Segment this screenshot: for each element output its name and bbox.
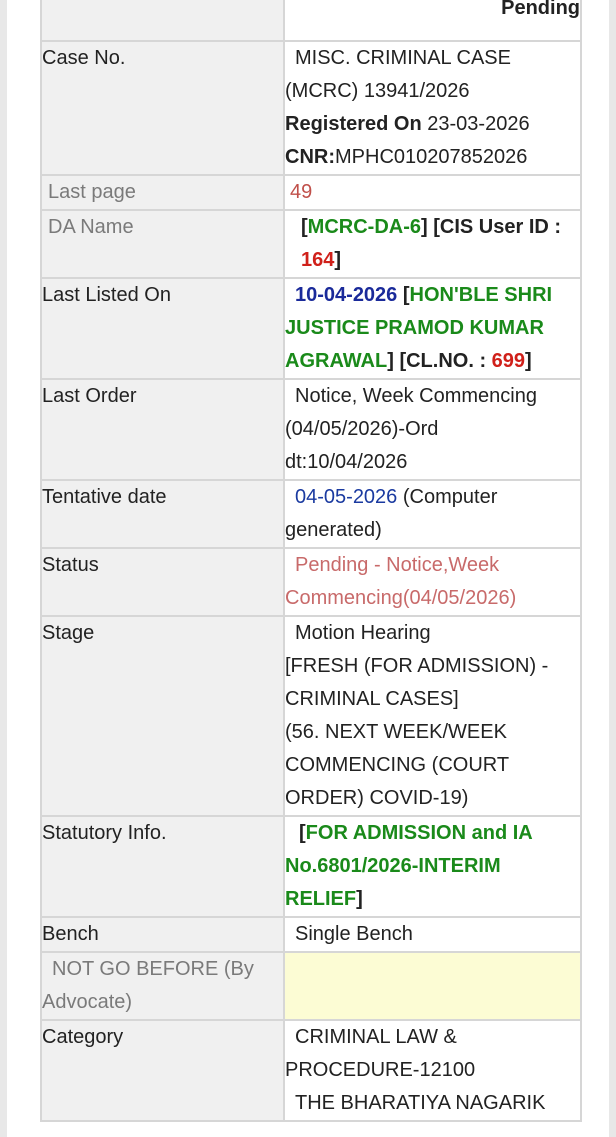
judge-close: ] <box>387 350 394 372</box>
page-background: Pending Case No. MISC. CRIMINAL CASE (MC… <box>7 0 609 1137</box>
last-listed-label: Last Listed On <box>40 277 285 380</box>
stage-line3: CRIMINAL CASES] <box>285 688 459 710</box>
last-order-line1: Notice, Week Commencing <box>295 385 537 407</box>
status-line1: Pending - Notice,Week <box>295 554 500 576</box>
table-row: Bench Single Bench <box>40 916 582 953</box>
cl-label: [CL.NO. : <box>399 350 487 372</box>
stage-line1: Motion Hearing <box>295 622 431 644</box>
status-label: Status <box>40 547 285 617</box>
stage-line6: ORDER) COVID-19) <box>285 787 469 809</box>
last-order-value: Notice, Week Commencing (04/05/2026)-Ord… <box>283 378 582 481</box>
statutory-text: FOR ADMISSION and IA No.6801/2026-INTERI… <box>285 822 532 910</box>
table-row: Last Listed On 10-04-2026 [HON'BLE SHRI … <box>40 277 582 380</box>
tentative-label: Tentative date <box>40 479 285 549</box>
table-row: Last page 49 <box>40 174 582 211</box>
statutory-label: Statutory Info. <box>40 815 285 918</box>
cis-id: 164 <box>301 249 335 271</box>
table-row: Status Pending - Notice,Week Commencing(… <box>40 547 582 617</box>
table-row: Pending <box>40 0 582 42</box>
cl-close: ] <box>525 350 532 372</box>
case-number: (MCRC) 13941/2026 <box>285 80 470 102</box>
table-row: DA Name [MCRC-DA-6] [CIS User ID : 164] <box>40 209 582 279</box>
table-row: NOT GO BEFORE (By Advocate) <box>40 951 582 1021</box>
stage-line5: COMMENCING (COURT <box>285 754 510 776</box>
da-code: MCRC-DA-6 <box>307 216 421 238</box>
stage-label: Stage <box>40 615 285 817</box>
da-close: ] <box>421 216 428 238</box>
last-order-line2: (04/05/2026)-Ord <box>285 418 439 440</box>
registered-on: Registered On 23-03-2026 <box>285 108 579 141</box>
table-row: Tentative date 04-05-2026 (Computer gene… <box>40 479 582 549</box>
category-label: Category <box>40 1019 285 1122</box>
stage-value: Motion Hearing [FRESH (FOR ADMISSION) - … <box>283 615 582 817</box>
da-name-value: [MCRC-DA-6] [CIS User ID : 164] <box>283 209 582 279</box>
case-type: MISC. CRIMINAL CASE <box>295 47 511 69</box>
category-line3: THE BHARATIYA NAGARIK <box>295 1092 546 1114</box>
not-go-before-value <box>283 951 582 1021</box>
statutory-close: ] <box>356 888 363 910</box>
table-row: Last Order Notice, Week Commencing (04/0… <box>40 378 582 481</box>
judge-open: [ <box>402 284 410 306</box>
tentative-value: 04-05-2026 (Computer generated) <box>283 479 582 549</box>
cis-close: ] <box>334 249 342 271</box>
table-row: Case No. MISC. CRIMINAL CASE (MCRC) 1394… <box>40 40 582 176</box>
cnr: CNR:MPHC010207852026 <box>285 141 579 173</box>
status-value: Pending - Notice,Week Commencing(04/05/2… <box>283 547 582 617</box>
cis-label: [CIS User ID : <box>433 216 562 238</box>
bench-label: Bench <box>40 916 285 953</box>
registered-label: Registered On <box>285 113 422 135</box>
last-listed-value: 10-04-2026 [HON'BLE SHRI JUSTICE PRAMOD … <box>283 277 582 380</box>
category-line2: PROCEDURE-12100 <box>285 1059 476 1081</box>
da-name-label: DA Name <box>40 209 285 279</box>
last-page-cell: 49 <box>283 174 582 211</box>
status-preview: Pending <box>283 0 582 42</box>
top-label-cell <box>40 0 285 42</box>
case-details-table: Pending Case No. MISC. CRIMINAL CASE (MC… <box>40 0 582 1122</box>
last-listed-date: 10-04-2026 <box>295 284 398 306</box>
statutory-value: [FOR ADMISSION and IA No.6801/2026-INTER… <box>283 815 582 918</box>
statutory-open: [ <box>299 822 306 844</box>
case-no-value: MISC. CRIMINAL CASE (MCRC) 13941/2026 Re… <box>283 40 582 176</box>
table-row: Statutory Info. [FOR ADMISSION and IA No… <box>40 815 582 918</box>
bench-cell: Single Bench <box>283 916 582 953</box>
last-order-line3: dt:10/04/2026 <box>285 451 408 473</box>
last-order-label: Last Order <box>40 378 285 481</box>
cl-no: 699 <box>491 350 526 372</box>
bench-value: Single Bench <box>295 923 413 945</box>
cnr-value: MPHC010207852026 <box>335 146 528 168</box>
table-row: Category CRIMINAL LAW & PROCEDURE-12100 … <box>40 1019 582 1122</box>
da-open: [ <box>301 216 308 238</box>
table-row: Stage Motion Hearing [FRESH (FOR ADMISSI… <box>40 615 582 817</box>
not-go-before-label: NOT GO BEFORE (By Advocate) <box>40 951 285 1021</box>
category-line1: CRIMINAL LAW & <box>295 1026 457 1048</box>
case-no-label: Case No. <box>40 40 285 176</box>
stage-line4: (56. NEXT WEEK/WEEK <box>285 721 507 743</box>
category-value: CRIMINAL LAW & PROCEDURE-12100 THE BHARA… <box>283 1019 582 1122</box>
registered-date: 23-03-2026 <box>427 113 530 135</box>
stage-line2: [FRESH (FOR ADMISSION) - <box>285 655 549 677</box>
cnr-label: CNR: <box>285 146 335 168</box>
last-page-label: Last page <box>40 174 285 211</box>
last-page-value: 49 <box>290 181 313 203</box>
tentative-date: 04-05-2026 <box>295 486 398 508</box>
status-line2: Commencing(04/05/2026) <box>285 587 517 609</box>
